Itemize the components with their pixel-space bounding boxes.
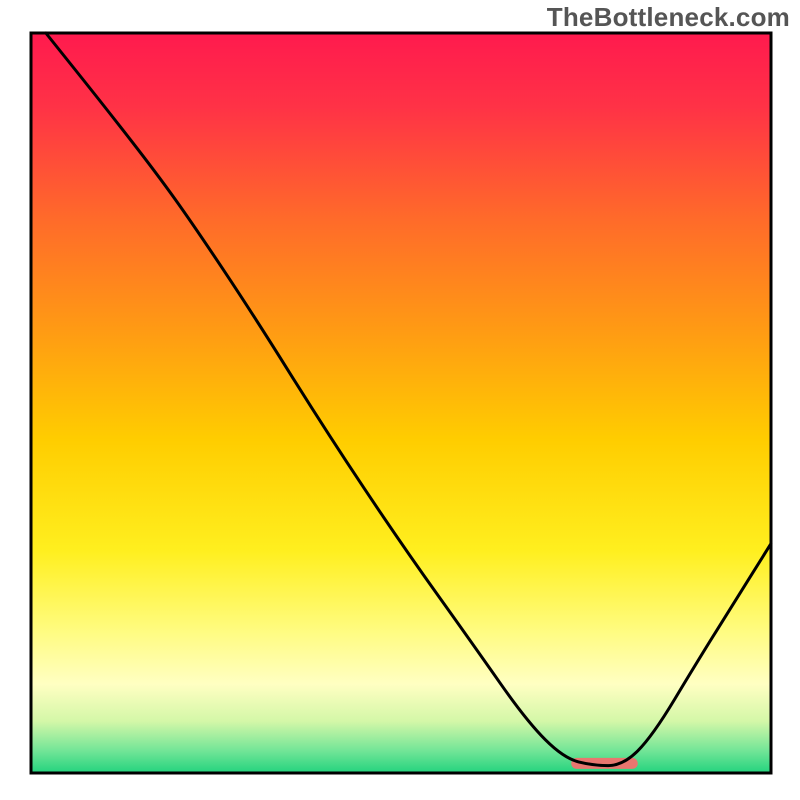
bottleneck-line-chart — [0, 0, 800, 800]
gradient-background — [31, 33, 771, 773]
plot-area — [31, 33, 771, 773]
chart-stage: TheBottleneck.com — [0, 0, 800, 800]
watermark-label: TheBottleneck.com — [547, 2, 790, 33]
